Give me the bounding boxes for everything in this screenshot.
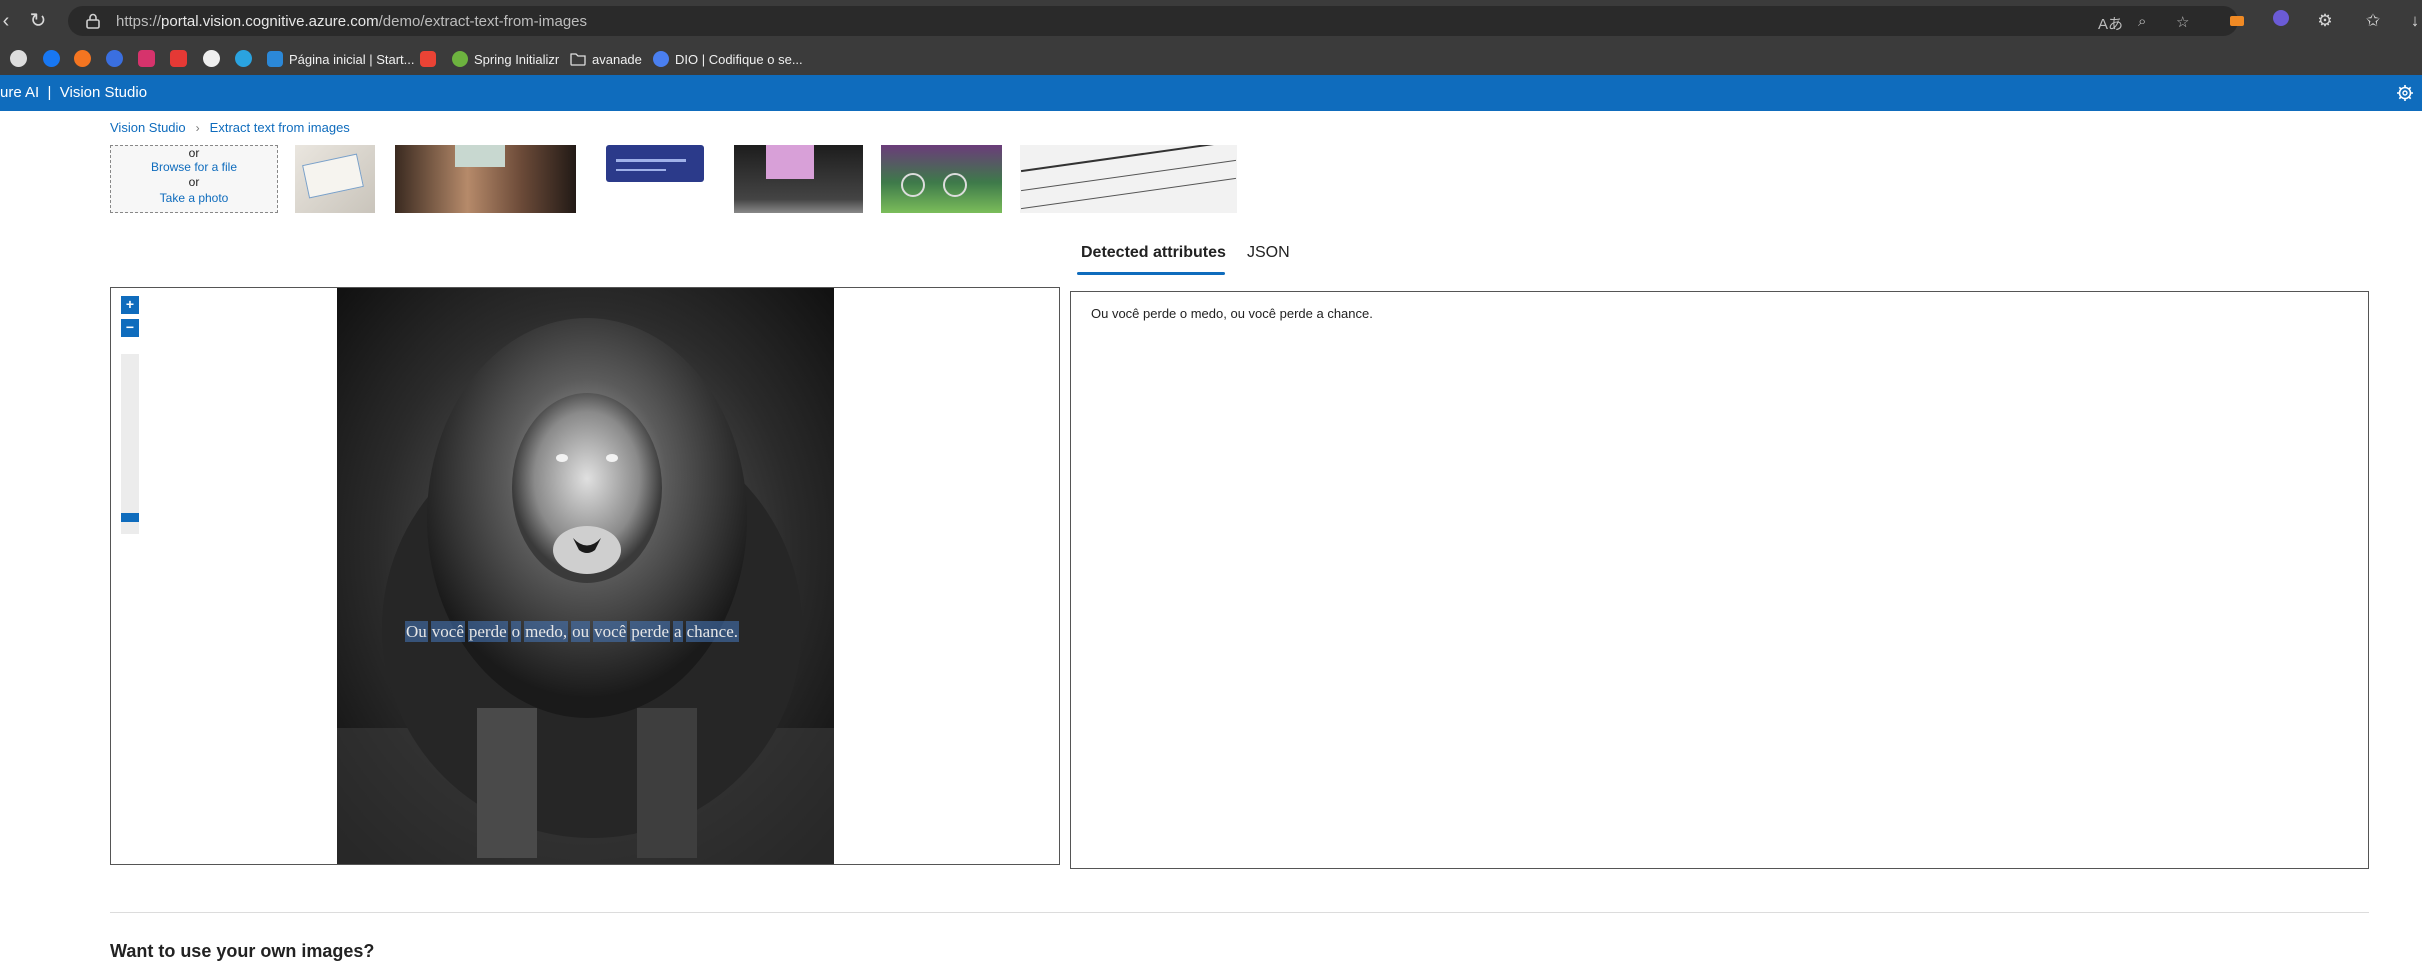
bookmark-item-start[interactable]: Página inicial | Start... [267, 48, 415, 70]
image-viewer[interactable]: + − Ou você perde o medo, ou você perde … [110, 287, 1060, 865]
zoom-out-button[interactable]: − [121, 319, 139, 337]
extension-purple-icon[interactable] [2270, 10, 2292, 32]
upload-or-text: or [188, 175, 200, 189]
read-aloud-icon[interactable]: Aあ [2098, 13, 2123, 34]
tab-active-indicator [1077, 272, 1225, 275]
ocr-word-box: você [593, 621, 628, 642]
zoom-slider[interactable] [121, 354, 139, 534]
lock-icon [86, 13, 100, 29]
bookmark-item-dio[interactable]: DIO | Codifique o se... [653, 48, 803, 70]
url-text: https://portal.vision.cognitive.azure.co… [116, 13, 588, 30]
github-icon[interactable] [203, 50, 220, 67]
own-images-heading: Want to use your own images? [110, 941, 375, 961]
back-icon[interactable]: ‹ [0, 9, 18, 33]
breadcrumb: Vision Studio › Extract text from images [110, 120, 350, 135]
ocr-word-box: você [430, 621, 465, 642]
breadcrumb-current[interactable]: Extract text from images [210, 120, 350, 135]
lion-photo [337, 288, 834, 864]
bookmark-app-icon[interactable] [10, 50, 27, 67]
spring-icon [452, 51, 468, 67]
analyzed-image: Ou você perde o medo, ou você perde a chance. [337, 288, 834, 864]
upload-or-text: or [188, 146, 200, 160]
browse-file-link[interactable]: Browse for a file [111, 160, 277, 175]
facebook-icon[interactable] [43, 50, 60, 67]
sample-image-nutrition-label[interactable] [1020, 145, 1237, 213]
upload-dropzone[interactable]: or Browse for a file or Take a photo [110, 145, 278, 213]
gmail-icon [420, 51, 436, 67]
bookmark-icon [267, 51, 283, 67]
youtube-icon[interactable] [106, 50, 123, 67]
favorites-icon[interactable]: ✩ [2362, 10, 2384, 32]
sample-image-card[interactable] [295, 145, 375, 213]
ocr-word-box: medo, [524, 621, 569, 642]
breadcrumb-vision-studio[interactable]: Vision Studio [110, 120, 186, 135]
browser-toolbar: ‹ ↻ https://portal.vision.cognitive.azur… [0, 0, 2422, 42]
bookmark-item-gmail[interactable] [420, 48, 436, 70]
reload-icon[interactable]: ↻ [26, 9, 50, 33]
zoom-in-button[interactable]: + [121, 296, 139, 314]
telegram-icon[interactable] [235, 50, 252, 67]
ocr-text-overlay: Ou você perde o medo, ou você perde a chance. [405, 621, 740, 642]
bookmark-item-spring[interactable]: Spring Initializr [452, 48, 559, 70]
ocr-word-box: chance. [685, 621, 740, 642]
ocr-word-box: ou [571, 621, 591, 642]
calendar-icon[interactable] [138, 50, 155, 67]
zoom-icon[interactable]: ⌕ [2138, 13, 2146, 30]
crunchyroll-icon[interactable] [74, 50, 91, 67]
tab-detected-attributes[interactable]: Detected attributes [1081, 244, 1226, 262]
sample-image-sticky-note[interactable] [734, 145, 863, 213]
downloads-icon[interactable]: ↓ [2404, 10, 2422, 32]
app-header: ure AI | Vision Studio [0, 75, 2422, 111]
extensions-puzzle-icon[interactable]: ⚙ [2314, 10, 2336, 32]
zoom-slider-thumb[interactable] [121, 513, 139, 522]
ocr-word-box: perde [630, 621, 671, 642]
chevron-right-icon: › [195, 120, 200, 135]
folder-icon [570, 53, 586, 66]
extension-orange-icon[interactable] [2226, 10, 2248, 32]
section-divider [110, 912, 2369, 913]
detected-attributes-panel: Ou você perde o medo, ou você perde a ch… [1070, 291, 2369, 869]
sample-image-person[interactable] [395, 145, 576, 213]
google-icon[interactable] [170, 50, 187, 67]
app-title[interactable]: ure AI | Vision Studio [0, 84, 147, 101]
extracted-text: Ou você perde o medo, ou você perde a ch… [1091, 306, 1373, 321]
address-bar[interactable]: https://portal.vision.cognitive.azure.co… [68, 6, 2238, 36]
settings-gear-icon[interactable] [2396, 84, 2414, 102]
ocr-word-box: o [510, 621, 522, 642]
sample-image-credit-card[interactable] [606, 145, 704, 182]
ocr-word-box: Ou [405, 621, 428, 642]
favorite-star-icon[interactable]: ☆ [2176, 13, 2189, 31]
bookmarks-bar: Página inicial | Start... Spring Initial… [0, 42, 2422, 75]
sample-image-bicycle[interactable] [881, 145, 1002, 213]
ocr-word-box: perde [467, 621, 508, 642]
dio-icon [653, 51, 669, 67]
tab-json[interactable]: JSON [1247, 244, 1290, 262]
ocr-word-box: a [673, 621, 683, 642]
take-photo-link[interactable]: Take a photo [111, 191, 277, 206]
bookmark-item-avanade[interactable]: avanade [570, 48, 642, 70]
